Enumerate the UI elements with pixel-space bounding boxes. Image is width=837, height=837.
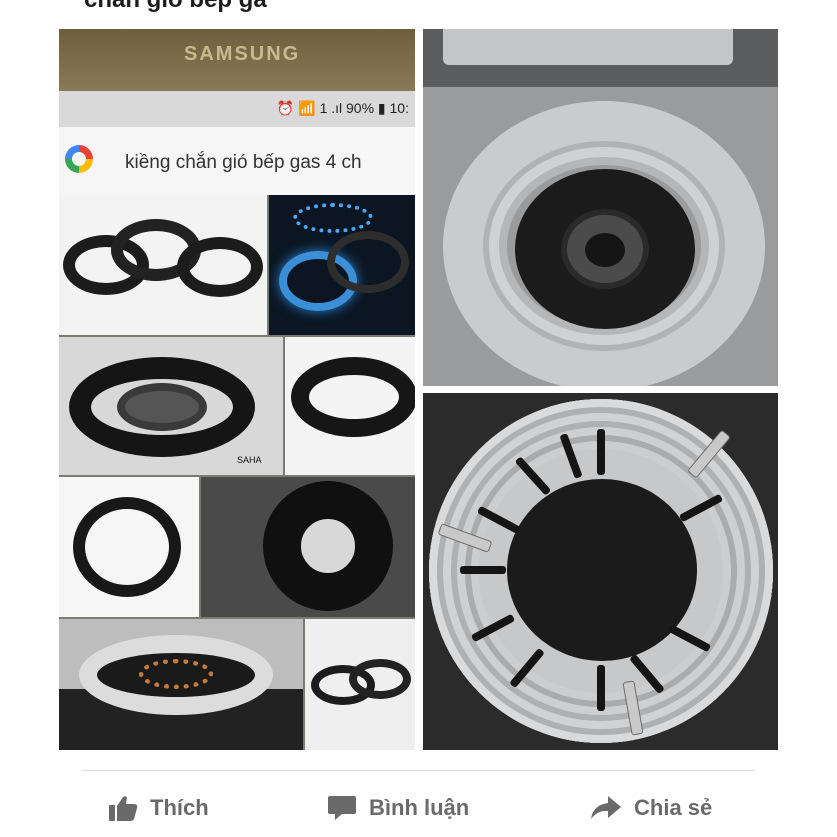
comment-label: Bình luận — [369, 795, 470, 820]
product-photo-top[interactable] — [423, 29, 778, 386]
phone-screenshot-photo[interactable]: SAMSUNG ⏰ 📶 1 .ıl 90% ▮ 10: kiềng chắn g… — [59, 29, 415, 750]
share-arrow-icon — [590, 795, 622, 821]
prong — [460, 566, 506, 574]
post-title: chắn gió bếp ga — [84, 0, 267, 14]
result-image — [59, 477, 199, 617]
share-button[interactable]: Chia sẻ — [590, 790, 712, 826]
like-button[interactable]: Thích — [108, 790, 209, 826]
google-logo-icon — [65, 145, 93, 173]
stove-panel — [443, 29, 733, 65]
result-image: SAHA — [59, 337, 283, 475]
phone-status-bar: ⏰ 📶 1 .ıl 90% ▮ 10: — [59, 91, 415, 127]
result-image — [285, 337, 415, 475]
like-label: Thích — [150, 795, 209, 820]
result-image — [305, 619, 415, 750]
brand-logo: SAMSUNG — [184, 43, 301, 65]
search-query: kiềng chắn gió bếp gas 4 ch — [125, 152, 362, 173]
google-search-bar: kiềng chắn gió bếp gas 4 ch — [59, 127, 415, 195]
prong — [597, 665, 605, 711]
result-image — [59, 195, 267, 335]
guard-center-hole — [507, 479, 697, 661]
status-icons: ⏰ 📶 1 .ıl 90% ▮ 10: — [276, 100, 409, 116]
prong — [597, 429, 605, 475]
product-photo-bottom[interactable] — [423, 393, 778, 750]
phone-top-bezel: SAMSUNG — [59, 29, 415, 91]
divider — [82, 770, 754, 771]
watermark: SAHA — [237, 455, 262, 465]
burner-center — [585, 233, 625, 267]
comment-button[interactable]: Bình luận — [327, 790, 469, 826]
result-image — [269, 195, 415, 335]
share-label: Chia sẻ — [634, 795, 713, 820]
result-image — [59, 619, 303, 750]
thumbs-up-icon — [108, 794, 138, 822]
comment-icon — [327, 794, 357, 822]
result-image — [201, 477, 415, 617]
